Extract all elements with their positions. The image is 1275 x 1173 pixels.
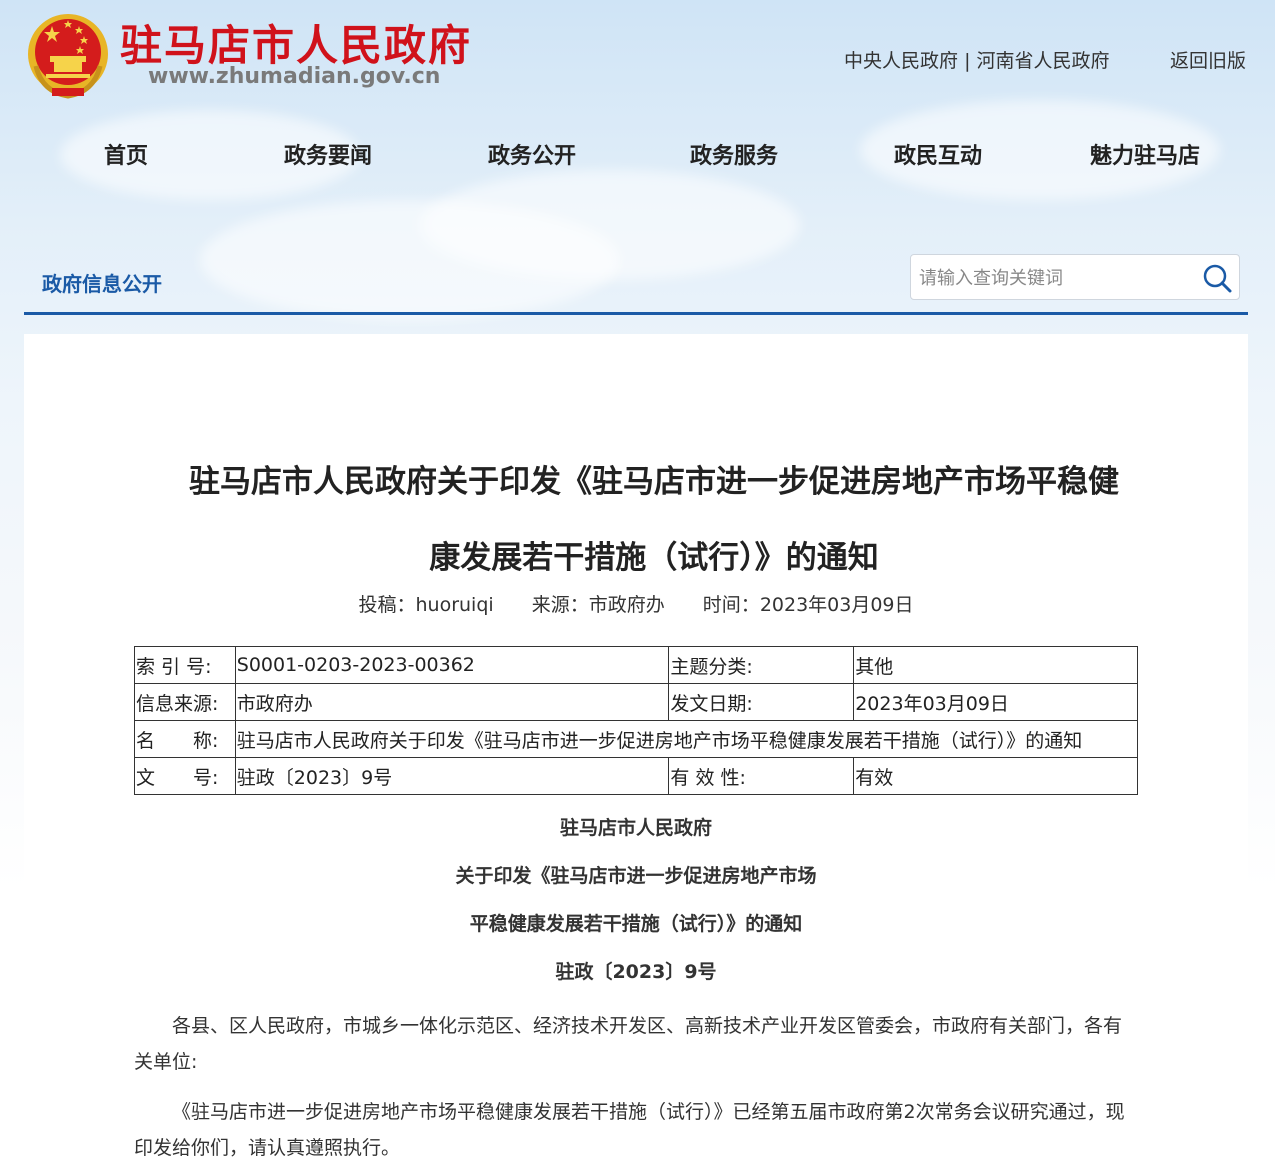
section-title[interactable]: 政府信息公开 <box>42 268 162 297</box>
table-row: 信息来源: 市政府办 发文日期: 2023年03月09日 <box>134 683 1138 721</box>
meta-author-label: 投稿： <box>358 594 416 616</box>
search-icon[interactable] <box>1201 262 1233 294</box>
info-source-label: 信息来源: <box>134 683 236 721</box>
body-heading-line2: 平稳健康发展若干措施（试行）》的通知 <box>469 913 803 935</box>
article-body: 驻马店市人民政府 关于印发《驻马店市进一步促进房地产市场 平稳健康发展若干措施（… <box>134 804 1138 1166</box>
doc-number-label: 文 号: <box>134 757 236 795</box>
cloud-decoration <box>200 200 620 320</box>
name-value: 驻马店市人民政府关于印发《驻马店市进一步促进房地产市场平稳健康发展若干措施（试行… <box>234 720 1139 758</box>
meta-source-value: 市政府办 <box>588 594 665 616</box>
meta-time-label: 时间： <box>702 594 760 616</box>
info-source-value: 市政府办 <box>234 683 670 721</box>
topic-label: 主题分类: <box>668 646 855 684</box>
body-doc-number: 驻政〔2023〕9号 <box>555 961 717 983</box>
name-label: 名 称: <box>134 720 236 758</box>
meta-time: 时间：2023年03月09日 <box>703 594 914 616</box>
validity-value: 有效 <box>853 757 1138 795</box>
meta-author: 投稿：huoruiqi <box>358 594 493 616</box>
validity-label: 有 效 性: <box>668 757 855 795</box>
nav-item-services[interactable]: 政务服务 <box>690 138 778 170</box>
section-divider <box>24 312 1248 315</box>
nav-item-charm[interactable]: 魅力驻马店 <box>1090 138 1200 170</box>
meta-time-value: 2023年03月09日 <box>759 594 914 616</box>
body-heading-line1: 关于印发《驻马店市进一步促进房地产市场 <box>455 865 817 887</box>
meta-source-label: 来源： <box>531 594 589 616</box>
table-row: 文 号: 驻政〔2023〕9号 有 效 性: 有效 <box>134 757 1138 795</box>
nav-item-public-affairs[interactable]: 政务公开 <box>488 138 576 170</box>
body-recipients: 各县、区人民政府，市城乡一体化示范区、经济技术开发区、高新技术产业开发区管委会，… <box>134 1015 1123 1073</box>
table-row: 名 称: 驻马店市人民政府关于印发《驻马店市进一步促进房地产市场平稳健康发展若干… <box>134 720 1139 758</box>
national-emblem-icon <box>28 14 108 99</box>
issue-date-value: 2023年03月09日 <box>853 683 1138 721</box>
body-issuer: 驻马店市人民政府 <box>559 817 712 839</box>
index-label: 索 引 号: <box>134 646 236 684</box>
article-title: 驻马店市人民政府关于印发《驻马店市进一步促进房地产市场平稳健康发展若干措施（试行… <box>189 464 1119 576</box>
nav-item-interaction[interactable]: 政民互动 <box>894 138 982 170</box>
link-old-version[interactable]: 返回旧版 <box>1170 50 1246 72</box>
index-value: S0001-0203-2023-00362 <box>234 646 670 684</box>
article-meta: 投稿：huoruiqi 来源：市政府办 时间：2023年03月09日 <box>24 590 1248 617</box>
site-url: www.zhumadian.gov.cn <box>148 64 441 89</box>
link-separator: | <box>964 50 971 72</box>
search-box <box>910 254 1240 300</box>
body-paragraph: 《驻马店市进一步促进房地产市场平稳健康发展若干措施（试行）》已经第五届市政府第2… <box>134 1101 1125 1159</box>
topic-value: 其他 <box>853 646 1138 684</box>
info-table: 索 引 号: S0001-0203-2023-00362 主题分类: 其他 信息… <box>134 646 1139 795</box>
doc-number-value: 驻政〔2023〕9号 <box>234 757 670 795</box>
article-container: 驻马店市人民政府关于印发《驻马店市进一步促进房地产市场平稳健康发展若干措施（试行… <box>24 334 1248 1173</box>
meta-author-value: huoruiqi <box>415 594 494 616</box>
link-central-government[interactable]: 中央人民政府 <box>844 50 958 72</box>
meta-source: 来源：市政府办 <box>532 594 665 616</box>
top-links: 中央人民政府 | 河南省人民政府 <box>844 46 1110 73</box>
main-nav: 首页 政务要闻 政务公开 政务服务 政民互动 魅力驻马店 <box>0 138 1275 174</box>
nav-item-home[interactable]: 首页 <box>104 138 148 170</box>
search-input[interactable] <box>917 263 1191 293</box>
issue-date-label: 发文日期: <box>668 683 855 721</box>
nav-item-news[interactable]: 政务要闻 <box>284 138 372 170</box>
table-row: 索 引 号: S0001-0203-2023-00362 主题分类: 其他 <box>134 646 1138 684</box>
link-henan-government[interactable]: 河南省人民政府 <box>977 50 1110 72</box>
